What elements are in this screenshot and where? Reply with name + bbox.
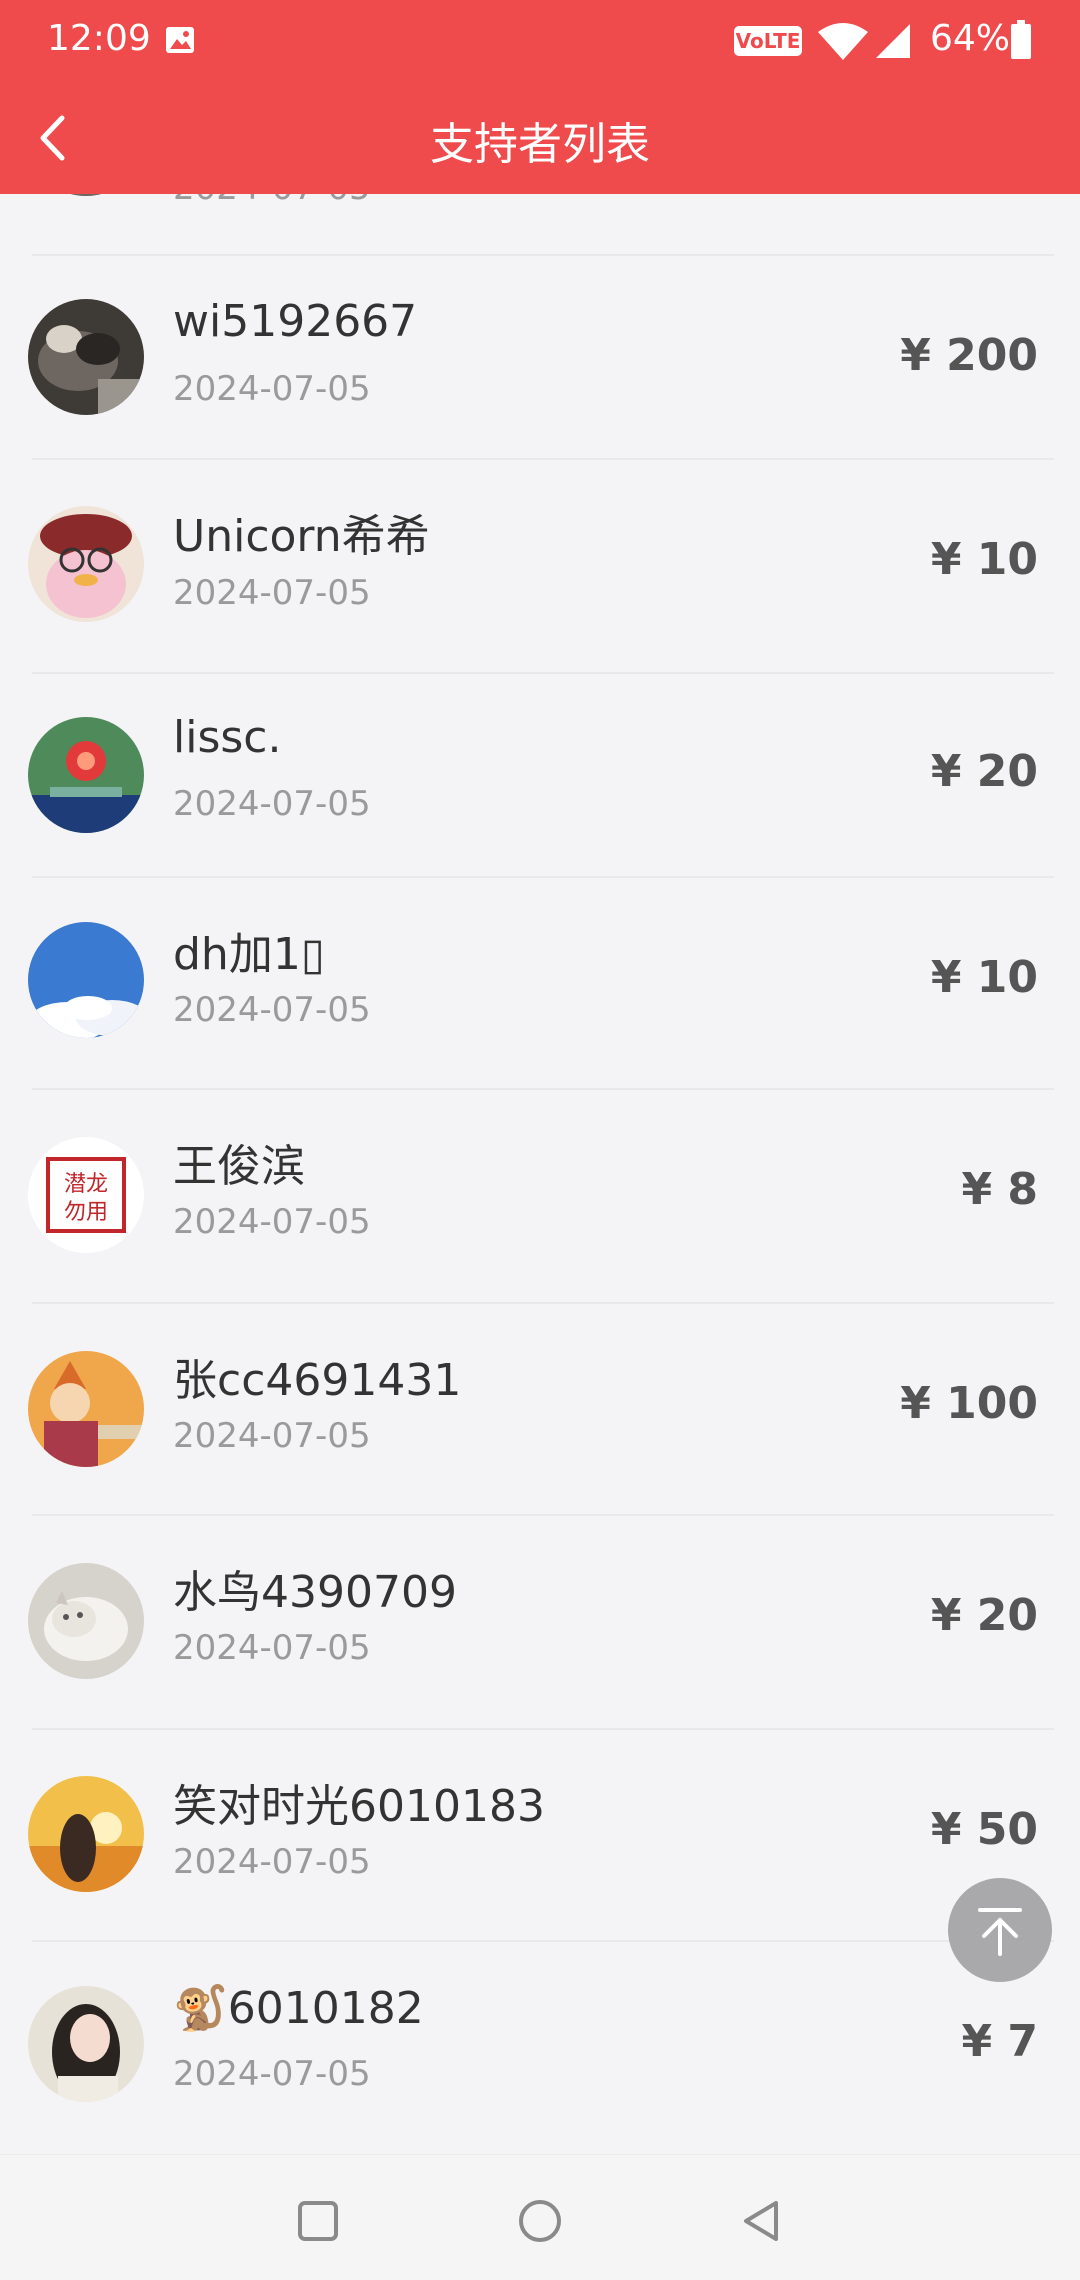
supporter-amount: ¥ 7 xyxy=(961,2016,1038,2067)
svg-text:潜龙: 潜龙 xyxy=(64,1172,108,1197)
supporter-amount: ¥ 200 xyxy=(900,330,1038,381)
supporter-date: 2024-07-05 xyxy=(173,369,371,409)
supporter-date: 2024-07-05 xyxy=(173,1842,371,1882)
avatar xyxy=(28,1776,144,1892)
supporter-amount: ¥ 20 xyxy=(930,746,1038,797)
supporter-date: 2024-07-05 xyxy=(173,784,371,824)
supporter-name: 笑对时光6010183 xyxy=(173,1781,545,1832)
nav-bar: 支持者列表 xyxy=(0,80,1080,194)
list-item[interactable]: 🐒6010182 2024-07-05 ¥ 7 xyxy=(0,1942,1080,2154)
arrow-up-to-top-icon xyxy=(978,1908,1022,1956)
avatar xyxy=(28,922,144,1038)
back-triangle-icon xyxy=(744,2201,778,2241)
list-item[interactable]: 2024-07-05 xyxy=(0,194,1080,256)
signal-icon xyxy=(876,24,910,58)
supporter-amount: ¥ 8 xyxy=(961,1164,1038,1215)
avatar xyxy=(28,1351,144,1467)
list-item[interactable]: 笑对时光6010183 2024-07-05 ¥ 50 xyxy=(0,1730,1080,1942)
avatar xyxy=(28,506,144,622)
avatar xyxy=(28,194,144,196)
supporter-amount: ¥ 100 xyxy=(900,1378,1038,1429)
supporter-amount: ¥ 20 xyxy=(930,1590,1038,1641)
battery-icon xyxy=(1011,20,1031,59)
status-time: 12:09 xyxy=(47,18,151,59)
supporter-date: 2024-07-05 xyxy=(173,194,371,208)
back-to-top-button[interactable] xyxy=(948,1878,1052,1982)
list-item[interactable]: dh加1▯ 2024-07-05 ¥ 10 xyxy=(0,878,1080,1090)
screen: 12:09 VoLTE 64% 支持者列表 wi5192667 2024-07-… xyxy=(0,0,1080,2280)
list-item[interactable]: 潜龙 勿用 王俊滨 2024-07-05 ¥ 8 xyxy=(0,1090,1080,1304)
list-item[interactable]: wi5192667 2024-07-05 ¥ 200 xyxy=(0,256,1080,460)
avatar xyxy=(28,299,144,415)
supporter-amount: ¥ 10 xyxy=(930,534,1038,585)
supporter-name: lissc. xyxy=(173,712,282,763)
list-item[interactable]: lissc. 2024-07-05 ¥ 20 xyxy=(0,674,1080,878)
app-header: 12:09 VoLTE 64% 支持者列表 xyxy=(0,0,1080,194)
supporter-date: 2024-07-05 xyxy=(173,990,371,1030)
avatar: 潜龙 勿用 xyxy=(28,1137,144,1253)
list-item[interactable]: 水鸟4390709 2024-07-05 ¥ 20 xyxy=(0,1516,1080,1730)
svg-text:勿用: 勿用 xyxy=(64,1200,108,1225)
wifi-icon xyxy=(818,23,868,60)
supporter-name: wi5192667 xyxy=(173,296,418,347)
gallery-icon xyxy=(166,27,194,53)
supporter-name: 🐒6010182 xyxy=(173,1983,424,2034)
supporter-date: 2024-07-05 xyxy=(173,1628,371,1668)
avatar xyxy=(28,1986,144,2102)
supporter-amount: ¥ 50 xyxy=(930,1804,1038,1855)
home-icon xyxy=(519,2200,561,2242)
supporter-date: 2024-07-05 xyxy=(173,1202,371,1242)
list-item[interactable]: 张cc4691431 2024-07-05 ¥ 100 xyxy=(0,1304,1080,1516)
supporter-name: 张cc4691431 xyxy=(173,1355,462,1406)
supporter-name: 水鸟4390709 xyxy=(173,1567,457,1618)
status-bar: 12:09 VoLTE 64% xyxy=(0,0,1080,80)
supporter-date: 2024-07-05 xyxy=(173,2054,371,2094)
avatar xyxy=(28,1563,144,1679)
recent-apps-button[interactable] xyxy=(288,2191,348,2251)
home-button[interactable] xyxy=(510,2191,570,2251)
recent-apps-icon xyxy=(298,2201,338,2241)
page-title: 支持者列表 xyxy=(430,119,650,170)
volte-badge: VoLTE xyxy=(734,26,802,56)
supporter-name: dh加1▯ xyxy=(173,929,326,980)
supporter-amount: ¥ 10 xyxy=(930,952,1038,1003)
supporter-date: 2024-07-05 xyxy=(173,573,371,613)
back-nav-button[interactable] xyxy=(732,2191,792,2251)
supporter-name: Unicorn希希 xyxy=(173,511,430,562)
supporter-name: 王俊滨 xyxy=(173,1141,305,1192)
avatar xyxy=(28,717,144,833)
supporter-date: 2024-07-05 xyxy=(173,1416,371,1456)
system-nav-bar xyxy=(0,2154,1080,2280)
supporter-list[interactable]: 2024-07-05 wi5192667 2024-07-05 xyxy=(0,194,1080,2154)
battery-percentage: 64% xyxy=(930,18,1011,59)
list-item[interactable]: Unicorn希希 2024-07-05 ¥ 10 xyxy=(0,460,1080,674)
